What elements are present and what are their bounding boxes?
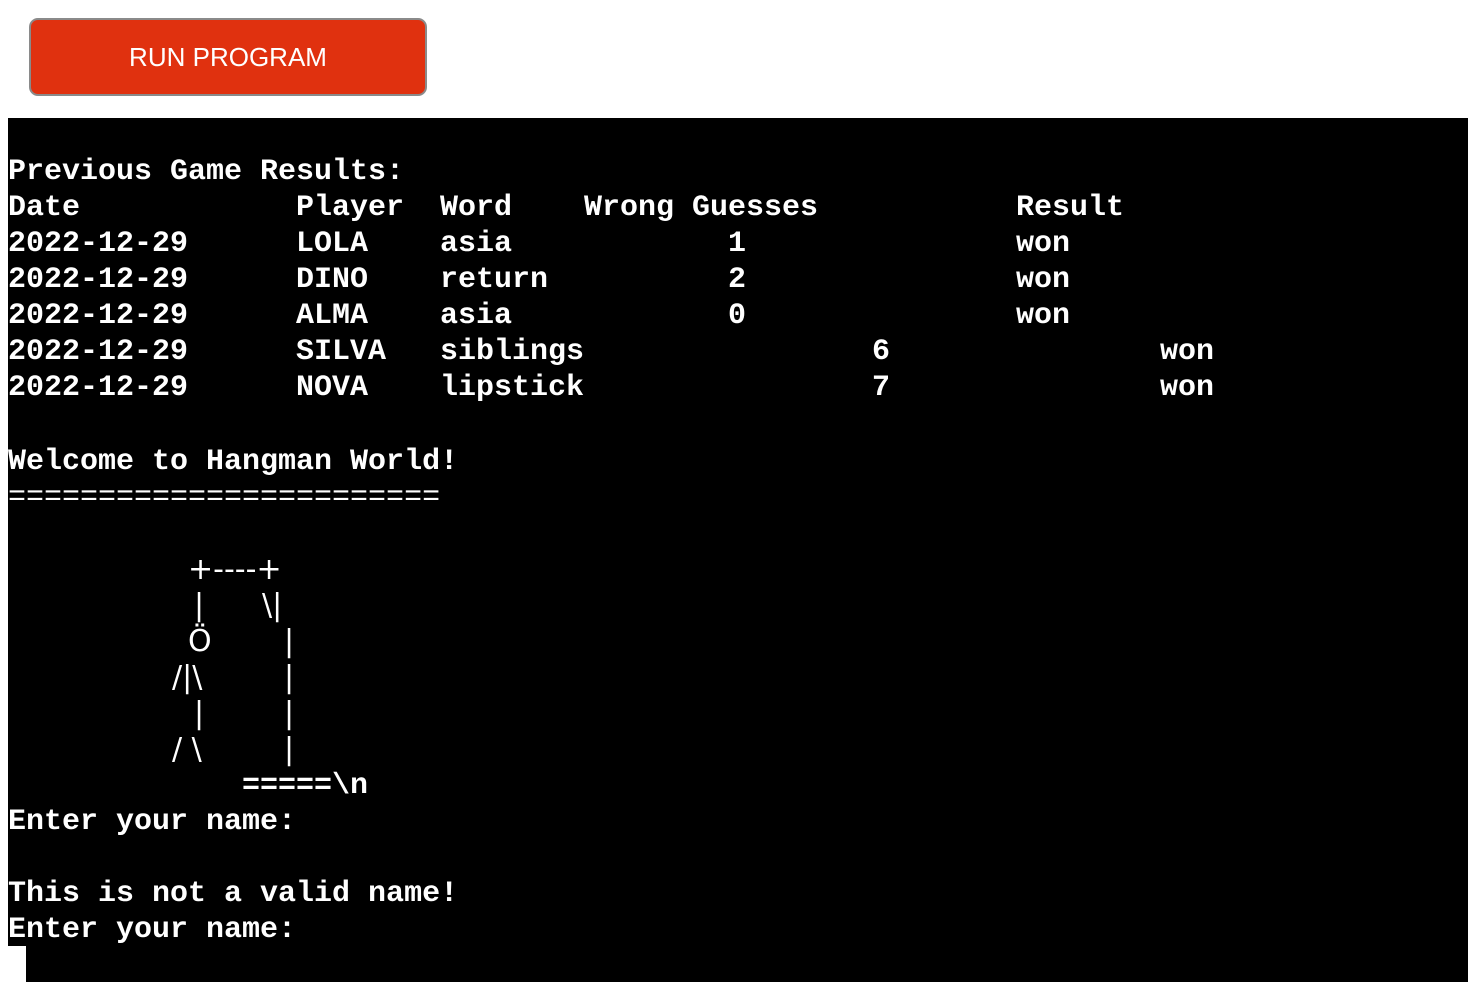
- gallows-top: +----+: [188, 552, 282, 587]
- hangman-body: |: [194, 696, 205, 731]
- cell-wrong-guesses: 2: [728, 263, 747, 297]
- cell-result: won: [1016, 263, 1071, 297]
- table-row: 2022-12-29 NOVA lipstick 7 won: [8, 370, 1408, 406]
- gallows-brace: \|: [262, 588, 283, 623]
- cell-player: NOVA: [296, 371, 369, 405]
- hangman-head: Ö: [188, 624, 212, 659]
- cell-date: 2022-12-29: [8, 371, 189, 405]
- cell-wrong-guesses: 0: [728, 299, 747, 333]
- table-row: 2022-12-29 ALMA asia 0 won: [8, 298, 1408, 334]
- cell-word: asia: [440, 227, 513, 261]
- cell-wrong-guesses: 7: [872, 371, 891, 405]
- name-prompt: Enter your name:: [8, 805, 297, 839]
- gallows-pole: |: [284, 624, 295, 659]
- cell-word: lipstick: [440, 371, 585, 405]
- hangman-legs: / \: [172, 732, 202, 767]
- cell-result: won: [1160, 371, 1215, 405]
- cell-player: SILVA: [296, 335, 387, 369]
- cell-word: siblings: [440, 335, 585, 369]
- name-prompt: Enter your name:: [8, 913, 297, 947]
- header-wrong-guesses: Wrong Guesses: [584, 191, 819, 225]
- cell-wrong-guesses: 1: [728, 227, 747, 261]
- cell-date: 2022-12-29: [8, 299, 189, 333]
- cell-word: return: [440, 263, 549, 297]
- cell-date: 2022-12-29: [8, 263, 189, 297]
- error-message: This is not a valid name!: [8, 877, 459, 911]
- header-word: Word: [440, 191, 513, 225]
- cell-date: 2022-12-29: [8, 227, 189, 261]
- table-row: 2022-12-29 LOLA asia 1 won: [8, 226, 1408, 262]
- cell-player: LOLA: [296, 227, 369, 261]
- terminal-cursor: [8, 946, 26, 982]
- cell-player: ALMA: [296, 299, 369, 333]
- gallows-base: =====\n: [242, 769, 369, 803]
- results-heading: Previous Game Results:: [8, 155, 405, 189]
- header-result: Result: [1016, 191, 1125, 225]
- terminal-output[interactable]: Previous Game Results: Date Player Word …: [8, 118, 1468, 982]
- gallows-pole: |: [284, 660, 295, 695]
- hangman-arms: /|\: [172, 660, 203, 695]
- table-row: 2022-12-29 SILVA siblings 6 won: [8, 334, 1408, 370]
- cell-date: 2022-12-29: [8, 335, 189, 369]
- cell-player: DINO: [296, 263, 369, 297]
- gallows-pole: |: [284, 732, 295, 767]
- separator-line: ========================: [8, 481, 441, 515]
- cell-result: won: [1016, 227, 1071, 261]
- run-program-button[interactable]: RUN PROGRAM: [29, 18, 427, 96]
- cell-result: won: [1160, 335, 1215, 369]
- rope: |: [194, 588, 205, 623]
- cell-word: asia: [440, 299, 513, 333]
- results-header-row: Date Player Word Wrong Guesses Result: [8, 190, 1408, 226]
- table-row: 2022-12-29 DINO return 2 won: [8, 262, 1408, 298]
- welcome-message: Welcome to Hangman World!: [8, 445, 459, 479]
- header-date: Date: [8, 191, 81, 225]
- gallows-pole: |: [284, 696, 295, 731]
- header-player: Player: [296, 191, 405, 225]
- cell-wrong-guesses: 6: [872, 335, 891, 369]
- cell-result: won: [1016, 299, 1071, 333]
